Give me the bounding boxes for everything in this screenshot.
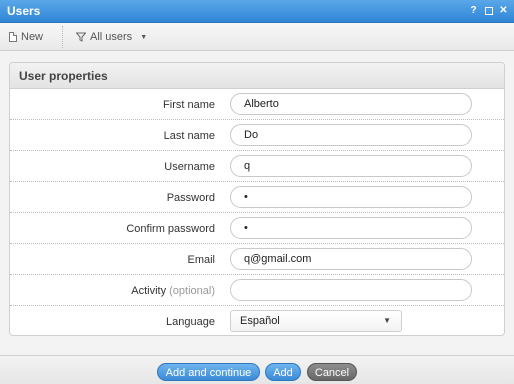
filter-label: All users bbox=[90, 31, 133, 43]
confirm-password-input[interactable]: • bbox=[230, 217, 472, 239]
form-row-email: Email q@gmail.com bbox=[10, 244, 504, 275]
new-button-label: New bbox=[21, 31, 44, 43]
chevron-down-icon: ▼ bbox=[140, 33, 148, 41]
last-name-input[interactable]: Do bbox=[230, 124, 472, 146]
password-input[interactable]: • bbox=[230, 186, 472, 208]
filter-icon bbox=[76, 32, 86, 42]
panel-header: User properties bbox=[10, 63, 504, 89]
confirm-password-label: Confirm password bbox=[126, 223, 215, 235]
last-name-label: Last name bbox=[163, 130, 215, 142]
add-and-continue-button[interactable]: Add and continue bbox=[157, 363, 260, 381]
form-row-username: Username q bbox=[10, 151, 504, 182]
window-controls: ? ✕ bbox=[469, 4, 508, 20]
form-row-password: Password • bbox=[10, 182, 504, 213]
optional-note: (optional) bbox=[169, 285, 215, 297]
close-icon[interactable]: ✕ bbox=[499, 4, 508, 20]
email-label: Email bbox=[187, 254, 215, 266]
new-button[interactable]: New bbox=[9, 29, 43, 45]
cancel-button[interactable]: Cancel bbox=[307, 363, 357, 381]
toolbar: New All users ▼ bbox=[0, 23, 514, 51]
document-icon bbox=[9, 32, 17, 42]
window-title: Users bbox=[7, 4, 41, 18]
window-titlebar: Users ? ✕ bbox=[0, 0, 514, 23]
chevron-down-icon: ▼ bbox=[383, 316, 391, 325]
activity-label-text: Activity bbox=[131, 285, 167, 297]
activity-label: Activity (optional) bbox=[131, 285, 215, 297]
first-name-input[interactable]: Alberto bbox=[230, 93, 472, 115]
form-row-first-name: First name Alberto bbox=[10, 89, 504, 120]
first-name-label: First name bbox=[163, 99, 215, 111]
language-selected-value: Español bbox=[240, 315, 280, 327]
form-row-last-name: Last name Do bbox=[10, 120, 504, 151]
dialog-footer: Add and continue Add Cancel bbox=[0, 355, 514, 384]
help-icon[interactable]: ? bbox=[469, 4, 478, 20]
toolbar-separator bbox=[62, 26, 63, 48]
username-label: Username bbox=[164, 161, 215, 173]
language-label: Language bbox=[166, 316, 215, 328]
username-input[interactable]: q bbox=[230, 155, 472, 177]
password-label: Password bbox=[166, 192, 215, 204]
language-select[interactable]: Español ▼ bbox=[230, 310, 402, 332]
filter-dropdown[interactable]: All users ▼ bbox=[76, 29, 147, 45]
form-row-language: Language Español ▼ bbox=[10, 306, 504, 335]
panel-title: User properties bbox=[19, 69, 108, 83]
form-row-activity: Activity (optional) bbox=[10, 275, 504, 306]
user-properties-panel: User properties First name Alberto Last … bbox=[9, 62, 505, 336]
add-button[interactable]: Add bbox=[265, 363, 301, 381]
activity-input[interactable] bbox=[230, 279, 472, 301]
email-input[interactable]: q@gmail.com bbox=[230, 248, 472, 270]
maximize-icon[interactable] bbox=[484, 4, 493, 20]
form-row-confirm-password: Confirm password • bbox=[10, 213, 504, 244]
